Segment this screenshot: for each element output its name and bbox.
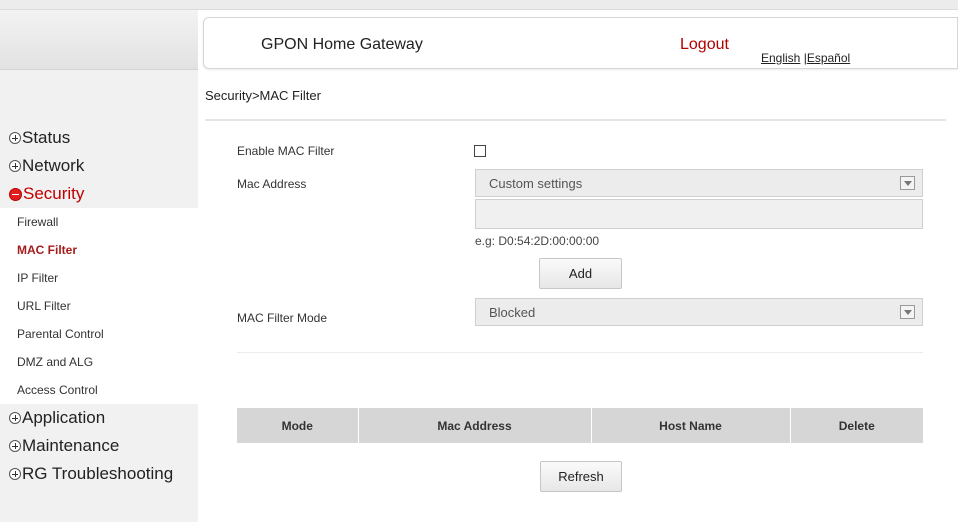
header-bar: GPON Home Gateway Logout English |Españo… [203, 17, 958, 69]
language-switcher: English |Español [761, 51, 850, 65]
column-header-mode: Mode [237, 408, 359, 443]
divider [237, 352, 923, 353]
sidebar-group-label: RG Troubleshooting [22, 464, 174, 483]
sidebar-item-label: DMZ and ALG [17, 355, 94, 369]
sidebar-group-label: Security [23, 184, 85, 203]
chevron-down-icon [900, 305, 915, 319]
page-title: GPON Home Gateway [261, 36, 423, 53]
sidebar-item-label: Parental Control [17, 327, 104, 341]
collapse-minus-icon [9, 187, 22, 201]
add-button[interactable]: Add [539, 258, 622, 289]
expand-plus-icon [9, 468, 21, 480]
sidebar-group-label: Network [22, 156, 85, 175]
sidebar-header [0, 10, 198, 70]
column-header-mac-address: Mac Address [358, 408, 592, 443]
sidebar-group-label: Maintenance [22, 436, 120, 455]
sidebar-item-mac-filter[interactable]: MAC Filter [0, 236, 198, 264]
language-spanish-link[interactable]: Español [807, 51, 850, 65]
sidebar-item-label: IP Filter [17, 271, 59, 285]
sidebar-item-ip-filter[interactable]: IP Filter [0, 264, 198, 292]
sidebar-group-maintenance[interactable]: Maintenance [0, 432, 198, 460]
column-header-delete: Delete [790, 408, 923, 443]
sidebar-item-label: Firewall [17, 215, 59, 229]
sidebar-group-label: Application [22, 408, 106, 427]
refresh-button[interactable]: Refresh [540, 461, 622, 492]
enable-mac-filter-label: Enable MAC Filter [237, 144, 335, 158]
sidebar-group-application[interactable]: Application [0, 404, 198, 432]
sidebar-group-rg-troubleshooting[interactable]: RG Troubleshooting [0, 460, 198, 488]
divider [205, 119, 946, 121]
sidebar-group-network[interactable]: Network [0, 152, 198, 180]
enable-mac-filter-checkbox[interactable] [474, 145, 486, 157]
mac-filter-mode-select-value: Blocked [489, 305, 536, 320]
expand-plus-icon [9, 412, 21, 424]
sidebar-group-label: Status [22, 128, 71, 147]
chevron-down-icon [900, 176, 915, 190]
sidebar-item-dmz-and-alg[interactable]: DMZ and ALG [0, 348, 198, 376]
expand-plus-icon [9, 160, 21, 172]
sidebar: Status Network Security Firewall MAC Fil… [0, 10, 198, 522]
language-english-link[interactable]: English [761, 51, 800, 65]
expand-plus-icon [9, 440, 21, 452]
logout-link[interactable]: Logout [680, 36, 729, 54]
sidebar-item-label: MAC Filter [17, 243, 77, 257]
column-header-host-name: Host Name [591, 408, 791, 443]
sidebar-item-parental-control[interactable]: Parental Control [0, 320, 198, 348]
sidebar-item-label: URL Filter [17, 299, 71, 313]
mac-filter-mode-select[interactable]: Blocked [475, 298, 923, 326]
mac-address-input[interactable] [475, 199, 923, 229]
mac-address-select-value: Custom settings [489, 176, 583, 191]
sidebar-item-url-filter[interactable]: URL Filter [0, 292, 198, 320]
sidebar-item-firewall[interactable]: Firewall [0, 208, 198, 236]
sidebar-group-security[interactable]: Security [0, 180, 198, 208]
top-strip [0, 0, 958, 10]
mac-address-label: Mac Address [237, 177, 307, 191]
breadcrumb: Security>MAC Filter [205, 88, 321, 103]
expand-plus-icon [9, 132, 21, 144]
sidebar-menu: Status Network Security Firewall MAC Fil… [0, 124, 198, 488]
mac-address-hint: e.g: D0:54:2D:00:00:00 [475, 234, 600, 248]
sidebar-item-label: Access Control [17, 383, 98, 397]
mac-filter-mode-label: MAC Filter Mode [237, 311, 328, 325]
mac-address-select[interactable]: Custom settings [475, 169, 923, 197]
table-header-row: Mode Mac Address Host Name Delete [237, 408, 923, 443]
sidebar-group-status[interactable]: Status [0, 124, 198, 152]
mac-filter-table: Mode Mac Address Host Name Delete [237, 408, 923, 443]
sidebar-item-access-control[interactable]: Access Control [0, 376, 198, 404]
